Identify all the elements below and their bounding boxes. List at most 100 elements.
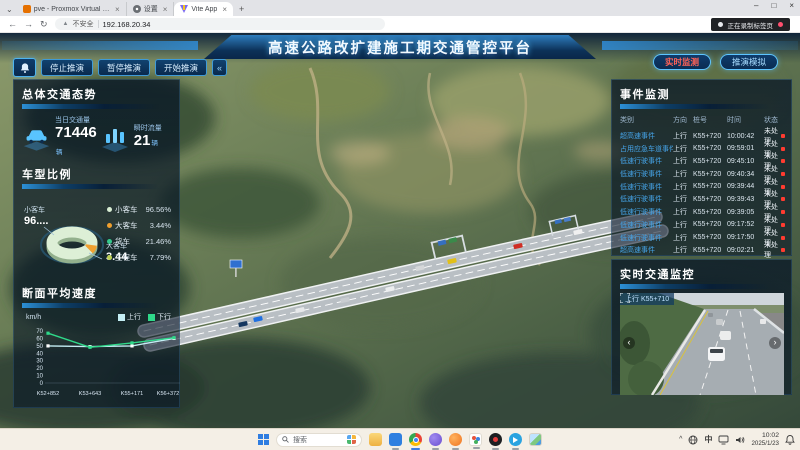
new-tab-button[interactable]: + xyxy=(239,4,244,14)
network-icon[interactable] xyxy=(688,435,698,445)
unhandled-status-dot xyxy=(781,235,785,240)
close-tab-icon[interactable]: × xyxy=(222,5,227,14)
reload-icon[interactable]: ↻ xyxy=(40,19,48,29)
header-decoration-right xyxy=(602,41,798,50)
tab-settings[interactable]: 设置 × xyxy=(127,2,175,16)
svg-text:30: 30 xyxy=(36,359,43,365)
widgets-icon xyxy=(347,435,356,444)
notification-bell-icon[interactable] xyxy=(785,434,795,445)
maximize-button[interactable]: □ xyxy=(771,1,776,10)
stop-simulation-button[interactable]: 停止推演 xyxy=(41,59,94,76)
file-explorer-icon[interactable] xyxy=(369,433,382,446)
vehicle-ratio-chart-area: 小客车 96.... 大客车 3.44 小客车 96.56% 大客车 3.44% 货车 2… xyxy=(22,193,171,285)
taskbar: 搜索 ^ 中 10:02 2025/1/23 xyxy=(0,428,800,450)
settings-favicon xyxy=(132,5,141,13)
events-header: 类别 方向 桩号 时间 状态 xyxy=(620,116,778,124)
tray-chevron-icon[interactable]: ^ xyxy=(679,436,682,443)
avg-speed-section: 断面平均速度 km/h 上行 下行 0 10 20 30 40 50 60 70 K52+852 K… xyxy=(22,285,180,401)
display-icon[interactable] xyxy=(718,435,729,445)
taskbar-search[interactable]: 搜索 xyxy=(276,432,362,447)
chrome-icon[interactable] xyxy=(409,433,422,450)
speed-unit-label: km/h xyxy=(26,313,42,321)
alarm-button[interactable] xyxy=(13,58,36,77)
close-tab-icon[interactable]: × xyxy=(163,5,168,14)
svg-text:10: 10 xyxy=(36,374,43,380)
svg-text:K53+643: K53+643 xyxy=(79,391,102,397)
address-bar[interactable]: ▲ 不安全 192.168.20.34 xyxy=(54,18,385,30)
recording-badge-label: 正在录制标签页 xyxy=(727,22,774,30)
security-label: 不安全 xyxy=(72,21,94,28)
event-monitor-title: 事件监测 xyxy=(620,89,670,101)
recorder-app-icon[interactable] xyxy=(489,433,502,450)
minimize-button[interactable]: – xyxy=(754,1,758,10)
camera-prev-icon[interactable]: ‹ xyxy=(623,337,635,349)
mode-switcher: 实时监测 推演模拟 xyxy=(652,54,778,70)
unhandled-status-dot xyxy=(781,248,785,253)
tab-recording-badge[interactable]: 正在录制标签页 xyxy=(710,18,790,31)
back-icon[interactable]: ← xyxy=(8,19,17,29)
unhandled-status-dot xyxy=(781,197,785,202)
svg-text:50: 50 xyxy=(36,344,43,350)
traffic-overview-title: 总体交通态势 xyxy=(22,89,97,101)
header-decoration-left xyxy=(2,41,198,50)
speed-legend-item: 上行 xyxy=(118,312,141,322)
collapse-toolbar-button[interactable]: « xyxy=(212,59,228,76)
realtime-monitor-button[interactable]: 实时监测 xyxy=(652,54,711,70)
clock-date: 2025/1/23 xyxy=(751,439,779,447)
photos-app-icon[interactable] xyxy=(529,433,542,446)
search-label: 搜索 xyxy=(293,436,307,444)
stat-instant-flow: 瞬时流量 21辆 xyxy=(100,115,171,158)
dashboard-page: 高速公路改扩建施工期交通管控平台 停止推演 暂停推演 开始推演 « 实时监测 推… xyxy=(0,33,800,428)
traffic-camera-panel: 实时交通监控 上行 K55+710 ‹ › xyxy=(611,259,792,395)
callout-passenger-car: 小客车 96.... xyxy=(24,207,49,227)
purple-app-icon[interactable] xyxy=(429,433,442,450)
tab-vite-app[interactable]: Vite App × xyxy=(174,2,233,16)
vehicle-legend-item: 小客车 96.56% xyxy=(107,201,171,217)
screen: ⌄ pve - Proxmox Virtual Envi... × 设置 × V… xyxy=(0,0,800,450)
bell-icon xyxy=(20,62,29,73)
taskbar-clock[interactable]: 10:02 2025/1/23 xyxy=(751,432,779,447)
event-row[interactable]: 超高速事件 上行 K55+720 10:00:42 未处理 xyxy=(620,126,785,145)
svg-text:60: 60 xyxy=(36,336,43,342)
event-monitor-panel: 事件监测 类别 方向 桩号 时间 状态 超高速事件 上行 K55+720 10:00:… xyxy=(611,79,792,259)
orange-app-icon[interactable] xyxy=(449,433,462,450)
svg-text:K56+372: K56+372 xyxy=(157,391,180,397)
svg-text:70: 70 xyxy=(36,329,43,335)
volume-icon[interactable] xyxy=(735,435,745,445)
svg-text:K55+171: K55+171 xyxy=(121,391,144,397)
browser-navbar: ← → ↻ ▲ 不安全 192.168.20.34 xyxy=(0,16,800,33)
avg-speed-chart[interactable]: 010 2030 4050 6070 K52+852 K53+643 K55+171 K56+… xyxy=(22,323,184,401)
avg-speed-title: 断面平均速度 xyxy=(22,288,97,300)
traffic-stats: 当日交通量 71446辆 瞬时流量 21辆 xyxy=(22,115,171,158)
paint-app-icon[interactable] xyxy=(469,433,482,449)
svg-text:K52+852: K52+852 xyxy=(37,391,60,397)
camera-next-icon[interactable]: › xyxy=(769,337,781,349)
tab-proxmox[interactable]: pve - Proxmox Virtual Envi... × xyxy=(17,2,127,16)
tab-search-chevron-icon[interactable]: ⌄ xyxy=(6,5,13,14)
header-banner: 高速公路改扩建施工期交通管控平台 xyxy=(204,35,596,59)
clock-time: 10:02 xyxy=(761,432,779,440)
left-panel: 总体交通态势 当日交通量 71446辆 瞬时流量 21辆 车型比例 小客车 96… xyxy=(13,79,180,408)
daily-volume-value: 71446 xyxy=(55,124,97,141)
close-button[interactable]: × xyxy=(789,1,794,10)
store-app-icon[interactable] xyxy=(389,433,402,450)
camera-feed[interactable]: 上行 K55+710 ‹ › xyxy=(620,293,784,395)
url-text: 192.168.20.34 xyxy=(102,19,151,29)
start-simulation-button[interactable]: 开始推演 xyxy=(155,59,208,76)
vehicle-legend-item: 工程车 7.79% xyxy=(107,249,171,265)
instant-flow-value: 21 xyxy=(133,132,151,150)
recording-dot-icon xyxy=(717,22,723,27)
speed-legend: 上行 下行 xyxy=(118,312,171,322)
start-button[interactable] xyxy=(258,434,269,445)
fullscreen-icon[interactable] xyxy=(620,293,630,303)
bar-chart-icon xyxy=(101,128,128,152)
pause-simulation-button[interactable]: 暂停推演 xyxy=(98,59,151,76)
telegram-app-icon[interactable] xyxy=(509,433,522,450)
close-tab-icon[interactable]: × xyxy=(115,5,120,14)
ime-indicator[interactable]: 中 xyxy=(704,434,712,445)
stop-recording-icon[interactable] xyxy=(778,22,783,27)
forward-icon[interactable]: → xyxy=(24,19,33,29)
simulation-mode-button[interactable]: 推演模拟 xyxy=(719,54,778,70)
unhandled-status-dot xyxy=(781,172,785,177)
unhandled-status-dot xyxy=(781,222,785,227)
